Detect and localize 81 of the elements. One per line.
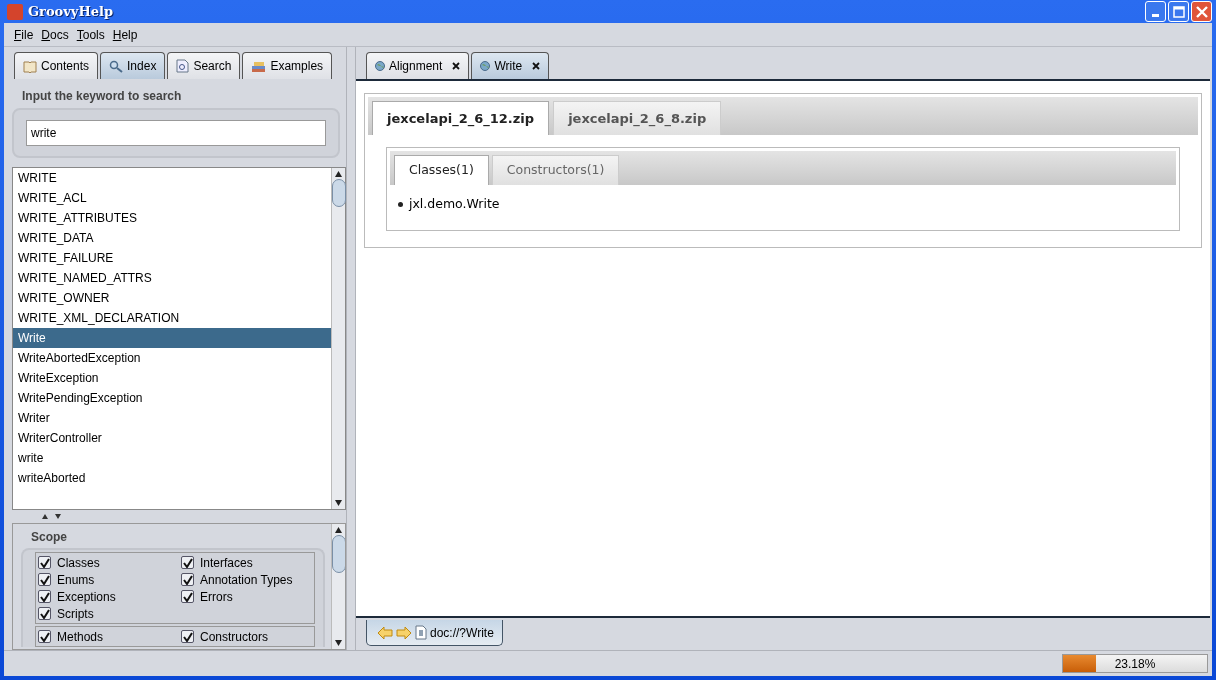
globe-icon [375,61,385,71]
menu-item[interactable]: Tools [76,25,105,44]
checkbox[interactable] [181,630,194,643]
sidebar-tab[interactable]: Examples [242,52,333,79]
result-item[interactable]: WriteAbortedException [13,348,331,368]
result-item[interactable]: WRITE_XML_DECLARATION [13,308,331,328]
checkbox-label: Constructors [200,628,269,646]
document-icon [415,625,427,640]
document-tab[interactable]: Write [471,52,550,79]
checkbox-label: Interfaces [200,554,253,572]
sidebar-tab[interactable]: Contents [14,52,99,79]
down-arrow-icon[interactable] [335,500,342,506]
checkbox[interactable] [181,573,194,586]
close-icon[interactable] [452,62,461,70]
checkbox-label: Errors [200,588,233,606]
maximize-icon [1172,5,1185,18]
minimize-button[interactable] [1145,1,1166,22]
books-icon [251,59,267,73]
checkbox[interactable] [181,590,194,603]
checkbox-label: Exceptions [57,588,116,606]
checkbox[interactable] [181,556,194,569]
checkbox[interactable] [38,590,51,603]
up-arrow-icon[interactable] [335,171,342,177]
close-icon[interactable] [532,62,541,70]
progress-reading: 23.18% [1114,655,1156,673]
result-item[interactable]: WriterController [13,428,331,448]
member-link[interactable]: jxl.demo.Write [409,195,500,213]
down-arrow-icon[interactable] [335,640,342,646]
minimize-icon [1152,14,1159,17]
address-url: doc://?Write [430,624,494,642]
sidebar-tab[interactable]: Search [167,52,241,79]
result-item[interactable]: WRITE_OWNER [13,288,331,308]
package-tab[interactable]: jexcelapi_2_6_12.zip [372,101,550,135]
result-item[interactable]: WRITE [13,168,331,188]
window-title: GroovyHelp [28,2,113,21]
checkbox[interactable] [38,573,51,586]
app-icon [7,3,23,20]
checkbox-label: Annotation Types [200,571,293,589]
scroll-thumb[interactable] [331,535,345,573]
result-item[interactable]: WRITE_DATA [13,228,331,248]
result-item[interactable]: WritePendingException [13,388,331,408]
sidebar-tab[interactable]: Index [100,52,166,79]
scrollbar[interactable] [331,168,345,509]
splitter-arrows-icon[interactable] [42,514,61,519]
result-item[interactable]: write [13,448,331,468]
scroll-thumb[interactable] [331,179,346,207]
result-item[interactable]: WRITE_ATTRIBUTES [13,208,331,228]
checkbox[interactable] [38,630,51,643]
checkbox-label: Methods [57,628,104,646]
result-item[interactable]: writeAborted [13,468,331,488]
result-item[interactable]: WRITE_NAMED_ATTRS [13,268,331,288]
member-tab[interactable]: Classes(1) [394,155,489,185]
book-icon [23,59,37,73]
bullet-icon [398,201,403,207]
result-item[interactable]: WRITE_ACL [13,188,331,208]
menu-item[interactable]: File [14,25,34,44]
document-tab[interactable]: Alignment [366,52,470,79]
document-search-icon [176,59,190,73]
checkbox-label: Scripts [57,605,94,623]
close-button[interactable] [1191,1,1212,22]
checkbox-label: Classes [57,554,100,572]
up-arrow-icon[interactable] [335,527,342,533]
result-item[interactable]: WriteException [13,368,331,388]
close-icon [1195,5,1208,18]
result-item[interactable]: WRITE_FAILURE [13,248,331,268]
checkbox[interactable] [38,556,51,569]
globe-icon [480,61,491,71]
checkbox-label: Enums [57,571,95,589]
checkbox[interactable] [38,607,51,620]
package-tab[interactable]: jexcelapi_2_6_8.zip [553,101,722,135]
result-item[interactable]: Write [13,328,331,348]
result-item[interactable]: Writer [13,408,331,428]
member-tab[interactable]: Constructors(1) [491,155,620,185]
scrollbar[interactable] [331,524,345,649]
maximize-button[interactable] [1168,1,1189,22]
menu-item[interactable]: Docs [41,25,69,44]
menu-item[interactable]: Help [112,25,138,44]
search-field[interactable]: write [26,120,326,146]
search-label: Input the keyword to search [21,88,183,105]
scope-label: Scope [30,529,68,546]
search-icon [109,59,124,73]
